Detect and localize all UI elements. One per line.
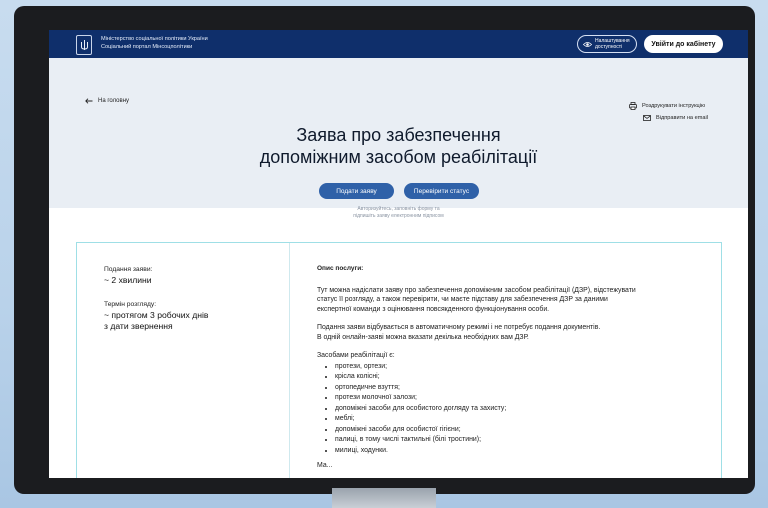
card-divider [289, 243, 290, 478]
back-home-link[interactable]: На головну [85, 98, 129, 104]
list-item: допоміжні засоби для особистого догляду … [335, 404, 707, 415]
list-item: протези, ортези; [335, 362, 707, 373]
aids-list-title: Засобами реабілітації є: [317, 352, 395, 359]
description-paragraph-2: Подання заяви відбувається в автоматично… [317, 323, 707, 342]
browser-screen: Міністерство соціальної політики України… [49, 30, 748, 478]
list-item: ортопедичне взуття; [335, 383, 707, 394]
submission-time-value: ~ 2 хвилини [104, 275, 152, 285]
para1-line3: експертної команди з оцінювання повсякде… [317, 305, 550, 313]
para1-line2: статус її розгляду, а також перевірити, … [317, 296, 608, 303]
list-item: допоміжні засоби для особистої гігієни; [335, 425, 707, 436]
hint-line1: Авторизуйтесь, заповніть форму та [357, 206, 440, 212]
ministry-line1: Міністерство соціальної політики України [101, 36, 208, 42]
page-title: Заява про забезпечення допоміжним засобо… [49, 124, 748, 168]
list-item: меблі; [335, 414, 707, 425]
review-term-value: ~ протягом 3 робочих днів з дати звернен… [104, 310, 274, 333]
hint-line2: підпишіть заяву електронним підписом [353, 213, 444, 219]
eye-icon [583, 42, 592, 47]
check-status-button[interactable]: Перевірити статус [404, 183, 479, 199]
accessibility-line2: доступності [595, 44, 623, 50]
monitor-frame: Міністерство соціальної політики України… [14, 6, 755, 494]
review-term-label: Термін розгляду: [104, 300, 157, 308]
service-summary: Подання заяви: ~ 2 хвилини Термін розгля… [104, 266, 274, 333]
para1-line1: Тут можна надіслати заяву про забезпечен… [317, 286, 636, 294]
auth-hint: Авторизуйтесь, заповніть форму та підпиш… [49, 206, 748, 220]
trident-icon[interactable] [76, 35, 92, 55]
print-instruction-link[interactable]: Роздрукувати інструкцію [629, 102, 705, 110]
back-home-label: На головну [98, 98, 130, 104]
submission-time-label: Подання заяви: [104, 266, 153, 273]
title-line2: допоміжним засобом реабілітації [259, 147, 538, 167]
description-paragraph-1: Тут можна надіслати заяву про забезпечен… [317, 286, 707, 315]
para2-line2: В одній онлайн-заяві можна вказати декіл… [317, 333, 529, 341]
printer-icon [629, 102, 637, 110]
description-title: Опис послуги: [317, 265, 364, 272]
ministry-line2: Соціальний портал Мінсоцполітики [101, 43, 193, 50]
service-description: Опис послуги: Тут можна надіслати заяву … [317, 264, 707, 471]
top-header: Міністерство соціальної політики України… [49, 30, 748, 58]
aids-list: протези, ортези; крісла колісні; ортопед… [317, 362, 707, 457]
mail-icon [643, 115, 651, 121]
submit-application-button[interactable]: Подати заяву [319, 183, 394, 199]
ministry-name[interactable]: Міністерство соціальної політики України… [101, 36, 208, 51]
list-item: милиці, ходунки. [335, 446, 707, 457]
title-line1: Заява про забезпечення [296, 125, 501, 145]
list-item: палиці, в тому числі тактильні (білі тро… [335, 435, 707, 446]
send-email-link[interactable]: Відправити на email [643, 115, 708, 121]
review-term-line1: ~ протягом 3 робочих днів [104, 309, 209, 320]
login-button[interactable]: Увійти до кабінету [644, 35, 723, 53]
para2-line1: Подання заяви відбувається в автоматично… [317, 324, 601, 331]
accessibility-settings-button[interactable]: Налаштування доступності [577, 35, 637, 53]
review-term-line2: з дати звернення [104, 321, 173, 331]
truncated-text: Ма... [317, 462, 333, 469]
send-email-label: Відправити на email [656, 115, 708, 121]
list-item: протези молочної залози; [335, 393, 707, 404]
hero-section: На головну Роздрукувати інструкцію Відпр… [49, 58, 748, 219]
service-info-card: Подання заяви: ~ 2 хвилини Термін розгля… [76, 242, 722, 478]
monitor-stand [332, 488, 436, 508]
print-instruction-label: Роздрукувати інструкцію [642, 103, 706, 109]
list-item: крісла колісні; [335, 372, 707, 383]
arrow-left-icon [85, 98, 93, 104]
